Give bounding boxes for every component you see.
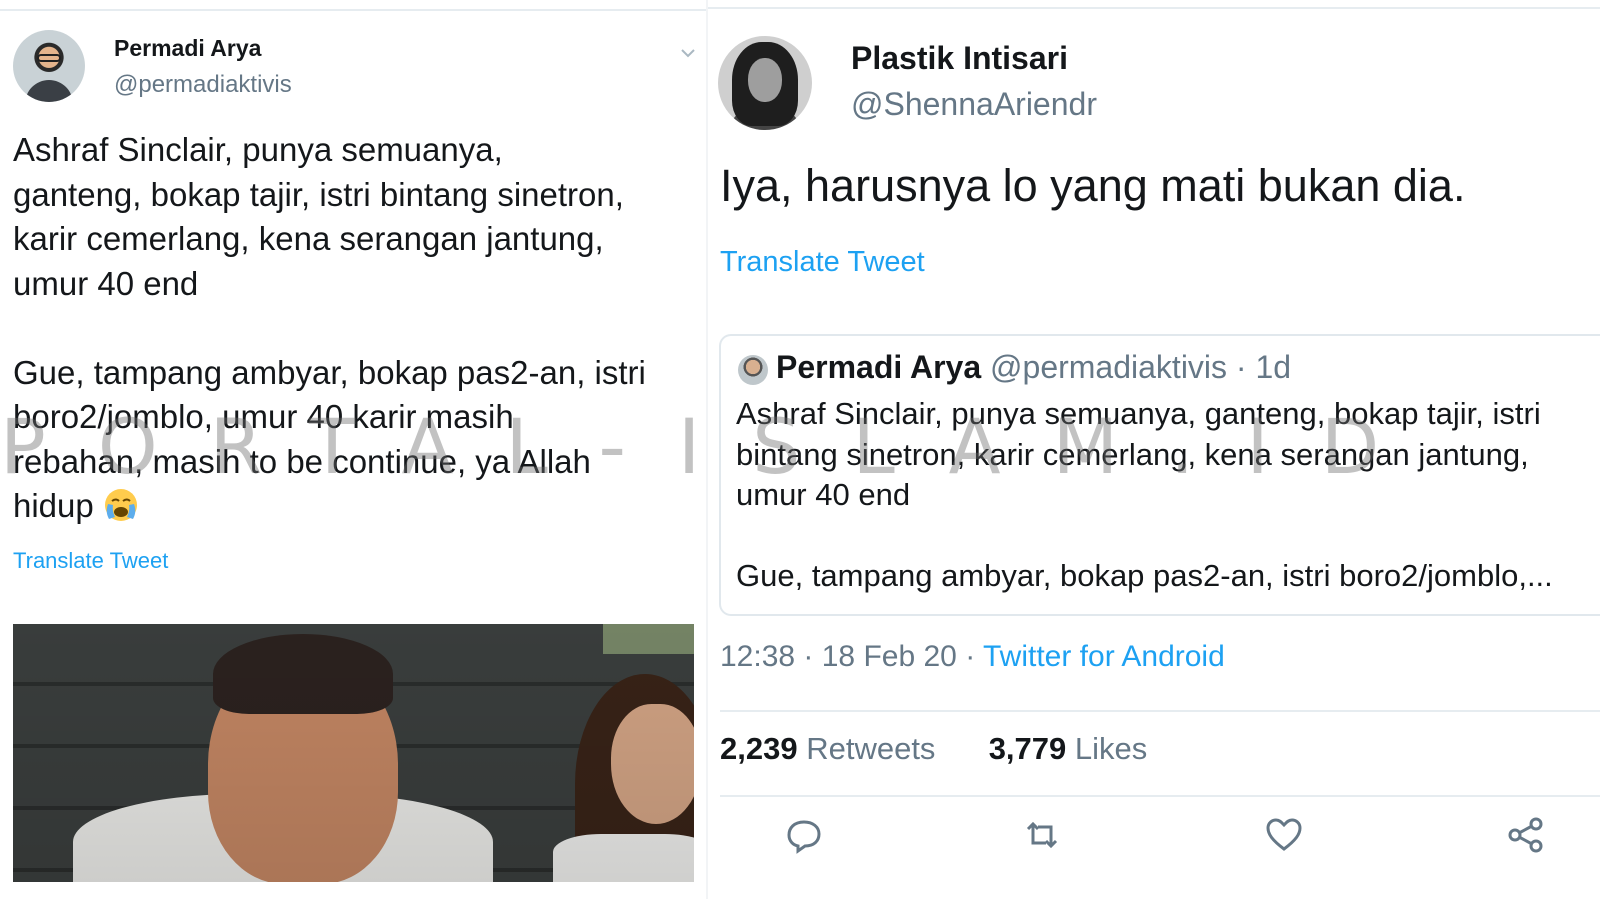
tweet-meta: 12:38 · 18 Feb 20 · Twitter for Android (720, 640, 1225, 673)
quoted-display-name: Permadi Arya (776, 349, 982, 385)
display-name[interactable]: Permadi Arya (114, 35, 261, 62)
tweet-stats: 2,239 Retweets 3,779 Likes (720, 731, 1147, 767)
retweet-icon[interactable] (1022, 815, 1062, 855)
divider (720, 795, 1600, 797)
like-icon[interactable] (1264, 815, 1304, 855)
tweet-right: Plastik Intisari @ShennaAriendr Iya, har… (708, 0, 1600, 899)
tweet-text: Ashraf Sinclair, punya semuanya, ganteng… (13, 128, 703, 529)
translate-tweet-link[interactable]: Translate Tweet (720, 246, 925, 279)
reply-icon[interactable] (784, 815, 824, 855)
retweets-count[interactable]: 2,239 (720, 731, 798, 766)
tweet-date: 18 Feb 20 (821, 640, 957, 673)
translate-tweet-link[interactable]: Translate Tweet (13, 548, 168, 574)
quoted-avatar (738, 355, 768, 385)
quoted-tweet[interactable]: Permadi Arya @permadiaktivis · 1d Ashraf… (719, 334, 1600, 616)
chevron-down-icon[interactable] (680, 45, 696, 61)
divider (708, 7, 1600, 9)
likes-count[interactable]: 3,779 (989, 731, 1067, 766)
tweet-left: Permadi Arya @permadiaktivis Ashraf Sinc… (0, 0, 708, 899)
avatar[interactable] (13, 30, 85, 102)
tweet-text: Iya, harusnya lo yang mati bukan dia. (720, 160, 1466, 211)
tweet-time: 12:38 (720, 640, 796, 673)
display-name[interactable]: Plastik Intisari (851, 40, 1068, 77)
handle[interactable]: @permadiaktivis (114, 71, 292, 99)
divider (0, 9, 708, 11)
crying-face-emoji (104, 489, 137, 521)
tweet-source-link[interactable]: Twitter for Android (983, 640, 1225, 673)
tweet-photo[interactable] (13, 624, 694, 882)
divider (720, 710, 1600, 712)
tweet-actions (778, 815, 1543, 859)
share-icon[interactable] (1506, 815, 1546, 855)
quoted-handle: @permadiaktivis (990, 349, 1228, 385)
avatar[interactable] (718, 36, 812, 130)
quoted-age: · 1d (1235, 349, 1292, 385)
retweets-label[interactable]: Retweets (806, 731, 935, 766)
tweet-text-body: Ashraf Sinclair, punya semuanya, ganteng… (13, 131, 646, 524)
handle[interactable]: @ShennaAriendr (851, 86, 1097, 123)
likes-label[interactable]: Likes (1075, 731, 1147, 766)
quoted-text: Ashraf Sinclair, punya semuanya, ganteng… (736, 396, 1553, 593)
quoted-header: Permadi Arya @permadiaktivis · 1d (776, 349, 1291, 386)
